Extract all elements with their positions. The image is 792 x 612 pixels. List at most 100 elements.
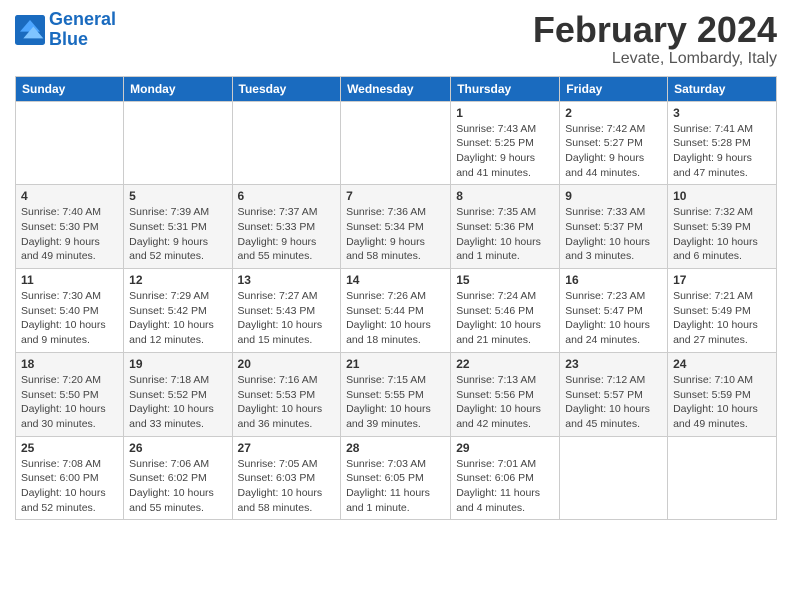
calendar-cell: 9 Sunrise: 7:33 AM Sunset: 5:37 PM Daylig… (560, 185, 668, 269)
day-info: Sunrise: 7:29 AM Sunset: 5:42 PM Dayligh… (129, 289, 226, 348)
day-info: Sunrise: 7:24 AM Sunset: 5:46 PM Dayligh… (456, 289, 554, 348)
day-info: Sunrise: 7:27 AM Sunset: 5:43 PM Dayligh… (238, 289, 336, 348)
calendar-week-1: 1 Sunrise: 7:43 AM Sunset: 5:25 PM Daylig… (16, 101, 777, 185)
calendar-cell: 29 Sunrise: 7:01 AM Sunset: 6:06 PM Dayli… (451, 436, 560, 520)
calendar-cell: 25 Sunrise: 7:08 AM Sunset: 6:00 PM Dayli… (16, 436, 124, 520)
title-block: February 2024 Levate, Lombardy, Italy (533, 10, 777, 68)
day-number: 7 (346, 189, 445, 203)
calendar-cell (232, 101, 341, 185)
day-number: 23 (565, 357, 662, 371)
day-number: 10 (673, 189, 771, 203)
calendar-cell: 2 Sunrise: 7:42 AM Sunset: 5:27 PM Daylig… (560, 101, 668, 185)
day-info: Sunrise: 7:12 AM Sunset: 5:57 PM Dayligh… (565, 373, 662, 432)
day-info: Sunrise: 7:39 AM Sunset: 5:31 PM Dayligh… (129, 205, 226, 264)
day-header-thursday: Thursday (451, 76, 560, 101)
calendar-cell: 28 Sunrise: 7:03 AM Sunset: 6:05 PM Dayli… (341, 436, 451, 520)
calendar-cell: 18Sunrise: 7:20 AM Sunset: 5:50 PM Dayli… (16, 352, 124, 436)
calendar-cell: 19 Sunrise: 7:18 AM Sunset: 5:52 PM Dayli… (124, 352, 232, 436)
day-number: 6 (238, 189, 336, 203)
calendar-cell (668, 436, 777, 520)
calendar-cell: 6 Sunrise: 7:37 AM Sunset: 5:33 PM Daylig… (232, 185, 341, 269)
day-number: 1 (456, 106, 554, 120)
calendar-cell: 23 Sunrise: 7:12 AM Sunset: 5:57 PM Dayli… (560, 352, 668, 436)
logo-text: General Blue (49, 10, 116, 50)
calendar-table: SundayMondayTuesdayWednesdayThursdayFrid… (15, 76, 777, 521)
day-info: Sunrise: 7:01 AM Sunset: 6:06 PM Dayligh… (456, 457, 554, 516)
logo: General Blue (15, 10, 116, 50)
day-number: 2 (565, 106, 662, 120)
calendar-cell (341, 101, 451, 185)
day-info: Sunrise: 7:43 AM Sunset: 5:25 PM Dayligh… (456, 122, 554, 181)
calendar-week-5: 25 Sunrise: 7:08 AM Sunset: 6:00 PM Dayli… (16, 436, 777, 520)
day-number: 26 (129, 441, 226, 455)
calendar-week-3: 11 Sunrise: 7:30 AM Sunset: 5:40 PM Dayli… (16, 269, 777, 353)
day-number: 11 (21, 273, 118, 287)
day-header-saturday: Saturday (668, 76, 777, 101)
calendar-cell: 26 Sunrise: 7:06 AM Sunset: 6:02 PM Dayli… (124, 436, 232, 520)
calendar-cell: 4 Sunrise: 7:40 AM Sunset: 5:30 PM Daylig… (16, 185, 124, 269)
calendar-cell (560, 436, 668, 520)
calendar-cell: 13 Sunrise: 7:27 AM Sunset: 5:43 PM Dayli… (232, 269, 341, 353)
day-number: 12 (129, 273, 226, 287)
day-info: Sunrise: 7:42 AM Sunset: 5:27 PM Dayligh… (565, 122, 662, 181)
day-number: 18 (21, 357, 118, 371)
day-header-wednesday: Wednesday (341, 76, 451, 101)
day-header-monday: Monday (124, 76, 232, 101)
days-header-row: SundayMondayTuesdayWednesdayThursdayFrid… (16, 76, 777, 101)
day-number: 17 (673, 273, 771, 287)
calendar-cell: 20 Sunrise: 7:16 AM Sunset: 5:53 PM Dayli… (232, 352, 341, 436)
calendar-cell (124, 101, 232, 185)
day-number: 24 (673, 357, 771, 371)
day-number: 15 (456, 273, 554, 287)
day-info: Sunrise: 7:40 AM Sunset: 5:30 PM Dayligh… (21, 205, 118, 264)
day-info: Sunrise: 7:18 AM Sunset: 5:52 PM Dayligh… (129, 373, 226, 432)
day-info: Sunrise: 7:37 AM Sunset: 5:33 PM Dayligh… (238, 205, 336, 264)
day-info: Sunrise: 7:03 AM Sunset: 6:05 PM Dayligh… (346, 457, 445, 516)
day-info: Sunrise: 7:06 AM Sunset: 6:02 PM Dayligh… (129, 457, 226, 516)
calendar-cell: 5 Sunrise: 7:39 AM Sunset: 5:31 PM Daylig… (124, 185, 232, 269)
calendar-cell: 3 Sunrise: 7:41 AM Sunset: 5:28 PM Daylig… (668, 101, 777, 185)
day-number: 14 (346, 273, 445, 287)
day-info: Sunrise: 7:10 AM Sunset: 5:59 PM Dayligh… (673, 373, 771, 432)
day-info: Sunrise: 7:08 AM Sunset: 6:00 PM Dayligh… (21, 457, 118, 516)
day-number: 3 (673, 106, 771, 120)
day-info: Sunrise: 7:30 AM Sunset: 5:40 PM Dayligh… (21, 289, 118, 348)
day-info: Sunrise: 7:33 AM Sunset: 5:37 PM Dayligh… (565, 205, 662, 264)
calendar-cell: 10Sunrise: 7:32 AM Sunset: 5:39 PM Dayli… (668, 185, 777, 269)
day-number: 28 (346, 441, 445, 455)
day-number: 16 (565, 273, 662, 287)
calendar-week-4: 18Sunrise: 7:20 AM Sunset: 5:50 PM Dayli… (16, 352, 777, 436)
day-info: Sunrise: 7:16 AM Sunset: 5:53 PM Dayligh… (238, 373, 336, 432)
day-number: 29 (456, 441, 554, 455)
calendar-week-2: 4 Sunrise: 7:40 AM Sunset: 5:30 PM Daylig… (16, 185, 777, 269)
calendar-cell: 22Sunrise: 7:13 AM Sunset: 5:56 PM Dayli… (451, 352, 560, 436)
calendar-cell: 17Sunrise: 7:21 AM Sunset: 5:49 PM Dayli… (668, 269, 777, 353)
logo-icon (15, 15, 45, 45)
day-number: 5 (129, 189, 226, 203)
day-header-tuesday: Tuesday (232, 76, 341, 101)
day-number: 25 (21, 441, 118, 455)
day-header-sunday: Sunday (16, 76, 124, 101)
calendar-cell: 16 Sunrise: 7:23 AM Sunset: 5:47 PM Dayli… (560, 269, 668, 353)
day-number: 13 (238, 273, 336, 287)
calendar-cell: 11 Sunrise: 7:30 AM Sunset: 5:40 PM Dayli… (16, 269, 124, 353)
calendar-cell: 27Sunrise: 7:05 AM Sunset: 6:03 PM Dayli… (232, 436, 341, 520)
day-number: 21 (346, 357, 445, 371)
day-info: Sunrise: 7:36 AM Sunset: 5:34 PM Dayligh… (346, 205, 445, 264)
calendar-cell: 7 Sunrise: 7:36 AM Sunset: 5:34 PM Daylig… (341, 185, 451, 269)
calendar-cell: 12 Sunrise: 7:29 AM Sunset: 5:42 PM Dayli… (124, 269, 232, 353)
calendar-cell: 8Sunrise: 7:35 AM Sunset: 5:36 PM Daylig… (451, 185, 560, 269)
calendar-cell: 24 Sunrise: 7:10 AM Sunset: 5:59 PM Dayli… (668, 352, 777, 436)
day-number: 19 (129, 357, 226, 371)
calendar-cell: 1 Sunrise: 7:43 AM Sunset: 5:25 PM Daylig… (451, 101, 560, 185)
day-number: 22 (456, 357, 554, 371)
day-info: Sunrise: 7:15 AM Sunset: 5:55 PM Dayligh… (346, 373, 445, 432)
calendar-subtitle: Levate, Lombardy, Italy (533, 50, 777, 68)
day-info: Sunrise: 7:35 AM Sunset: 5:36 PM Dayligh… (456, 205, 554, 264)
day-info: Sunrise: 7:41 AM Sunset: 5:28 PM Dayligh… (673, 122, 771, 181)
day-info: Sunrise: 7:23 AM Sunset: 5:47 PM Dayligh… (565, 289, 662, 348)
day-number: 9 (565, 189, 662, 203)
day-number: 4 (21, 189, 118, 203)
day-number: 20 (238, 357, 336, 371)
day-header-friday: Friday (560, 76, 668, 101)
